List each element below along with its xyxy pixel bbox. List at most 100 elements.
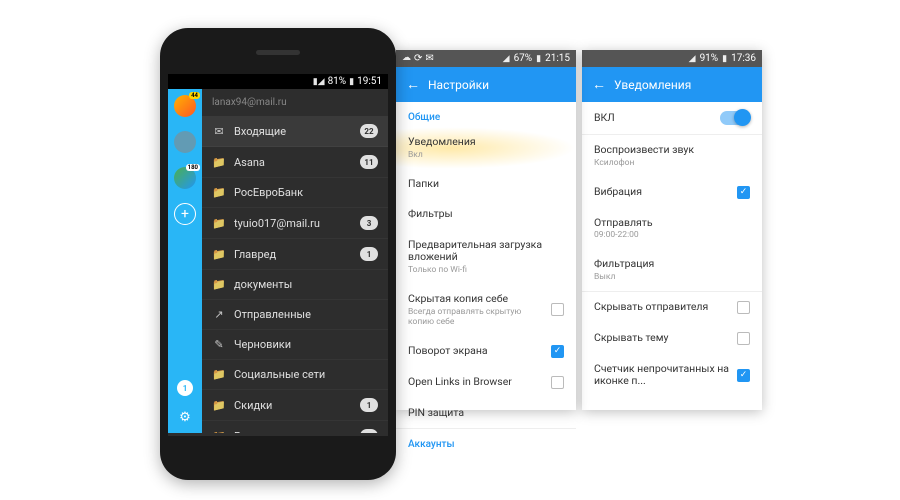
settings-row-send-window[interactable]: Отправлять 09:00-22:00 xyxy=(582,208,762,250)
settings-row-open-links[interactable]: Open Links in Browser xyxy=(396,367,576,398)
sync-icon: ⟳ xyxy=(414,53,422,64)
unread-badge: 1 xyxy=(360,398,378,412)
folder-icon: 📁 xyxy=(212,186,226,199)
signal-icon: ◢ xyxy=(689,54,696,64)
settings-row-rotation[interactable]: Поворот экрана ✓ xyxy=(396,336,576,367)
drawer-folder-item[interactable]: ✉ Входящие 22 xyxy=(202,116,388,147)
gear-icon[interactable]: ⚙ xyxy=(179,410,191,425)
checkbox[interactable]: ✓ xyxy=(737,186,750,199)
avatar[interactable]: 180 xyxy=(174,167,196,189)
settings-row-bcc[interactable]: Скрытая копия себе Всегда отправлять скр… xyxy=(396,284,576,336)
settings-row-notifications[interactable]: Уведомления Вкл xyxy=(396,127,576,169)
drawer-folder-item[interactable]: 📁документы xyxy=(202,270,388,300)
checkbox[interactable] xyxy=(551,303,564,316)
status-time: 17:36 xyxy=(731,53,756,64)
screen-title: Уведомления xyxy=(614,78,691,92)
settings-row-hide-sender[interactable]: Скрывать отправителя xyxy=(582,292,762,323)
folder-icon: ✉ xyxy=(212,125,226,138)
folder-label: Главред xyxy=(234,248,352,261)
folder-icon: 📁 xyxy=(212,248,226,261)
battery-icon: ▮ xyxy=(536,54,541,64)
folder-icon: 📁 xyxy=(212,156,226,169)
settings-row-hide-subject[interactable]: Скрывать тему xyxy=(582,323,762,354)
folder-icon: 📁 xyxy=(212,430,226,434)
screen-header: ← Уведомления xyxy=(582,67,762,102)
drawer-folder-item[interactable]: 📁 Скидки 1 xyxy=(202,390,388,421)
settings-row-preload[interactable]: Предварительная загрузка вложений Только… xyxy=(396,230,576,284)
phone-speaker xyxy=(256,50,300,55)
rail-badge-dot[interactable]: 1 xyxy=(177,380,193,396)
settings-row-vibration[interactable]: Вибрация ✓ xyxy=(582,177,762,208)
back-arrow-icon[interactable]: ← xyxy=(592,76,606,93)
checkbox[interactable]: ✓ xyxy=(737,369,750,382)
folder-icon: 📁 xyxy=(212,399,226,412)
unread-badge: 11 xyxy=(360,155,378,169)
folder-drawer: lanax94@mail.ru ✉Входящие22📁Asana11📁РосЕ… xyxy=(202,89,388,433)
battery-percent: 91% xyxy=(700,53,719,64)
avatar-badge: 44 xyxy=(189,92,200,99)
checkbox[interactable] xyxy=(737,332,750,345)
folder-icon: ✎ xyxy=(212,338,226,351)
signal-icon: ▮◢ xyxy=(313,77,325,87)
settings-row-unread-counter[interactable]: Счетчик непрочитанных на иконке п... ✓ xyxy=(582,354,762,397)
settings-row-filtering[interactable]: Фильтрация Выкл xyxy=(582,249,762,291)
settings-row-pin[interactable]: PIN защита xyxy=(396,398,576,429)
add-account-button[interactable]: + xyxy=(174,203,196,225)
mail-icon: ✉ xyxy=(425,53,433,64)
status-bar: ☁ ⟳ ✉ ◢ 67% ▮ 21:15 xyxy=(396,50,576,67)
avatar-badge: 180 xyxy=(186,164,200,171)
folder-icon: 📁 xyxy=(212,368,226,381)
settings-row-folders[interactable]: Папки xyxy=(396,169,576,200)
avatar[interactable] xyxy=(174,131,196,153)
folder-label: Asana xyxy=(234,156,352,169)
status-bar: ◢ 91% ▮ 17:36 xyxy=(582,50,762,67)
section-title-accounts: Аккаунты xyxy=(396,429,576,454)
notifications-screen: ◢ 91% ▮ 17:36 ← Уведомления ВКЛ Воспроиз… xyxy=(582,50,762,410)
account-email[interactable]: lanax94@mail.ru xyxy=(202,89,388,116)
battery-percent: 81% xyxy=(328,76,347,87)
folder-label: Черновики xyxy=(234,338,378,351)
signal-icon: ◢ xyxy=(503,54,510,64)
battery-icon: ▮ xyxy=(722,54,727,64)
checkbox[interactable] xyxy=(737,301,750,314)
folder-label: Рассылки xyxy=(234,430,352,434)
unread-badge: 1 xyxy=(360,247,378,261)
status-time: 19:51 xyxy=(357,76,382,87)
folder-label: Входящие xyxy=(234,125,352,138)
phone-screen: ▮◢ 81% ▮ 19:51 44 180 + 1 ⚙ xyxy=(168,74,388,436)
folder-icon: 📁 xyxy=(212,217,226,230)
status-time: 21:15 xyxy=(545,53,570,64)
cloud-icon: ☁ xyxy=(402,53,411,64)
folder-icon: ↗ xyxy=(212,308,226,321)
checkbox[interactable]: ✓ xyxy=(551,345,564,358)
account-rail: 44 180 + 1 ⚙ xyxy=(168,89,202,433)
unread-badge: 22 xyxy=(360,124,378,138)
checkbox[interactable] xyxy=(551,376,564,389)
settings-row-master-toggle[interactable]: ВКЛ xyxy=(582,102,762,134)
screen-title: Настройки xyxy=(428,78,489,92)
settings-row-filters[interactable]: Фильтры xyxy=(396,199,576,230)
status-bar: ▮◢ 81% ▮ 19:51 xyxy=(168,74,388,89)
unread-badge: 3 xyxy=(360,216,378,230)
drawer-folder-item[interactable]: 📁Рассылки1 xyxy=(202,421,388,433)
section-title-general: Общие xyxy=(396,102,576,127)
settings-row-sound[interactable]: Воспроизвести звук Ксилофон xyxy=(582,135,762,177)
folder-label: Социальные сети xyxy=(234,368,378,381)
drawer-folder-item[interactable]: 📁 Главред 1 xyxy=(202,239,388,270)
folder-label: документы xyxy=(234,278,378,291)
toggle-switch[interactable] xyxy=(720,111,750,125)
drawer-folder-item[interactable]: 📁 Социальные сети xyxy=(202,360,388,390)
folder-label: РосЕвроБанк xyxy=(234,186,378,199)
phone-device-frame: ▮◢ 81% ▮ 19:51 44 180 + 1 ⚙ xyxy=(160,28,396,480)
drawer-folder-item[interactable]: 📁 tyuio017@mail.ru 3 xyxy=(202,208,388,239)
avatar[interactable]: 44 xyxy=(174,95,196,117)
folder-label: Скидки xyxy=(234,399,352,412)
folder-label: Отправленные xyxy=(234,308,378,321)
drawer-folder-item[interactable]: ↗ Отправленные xyxy=(202,300,388,330)
back-arrow-icon[interactable]: ← xyxy=(406,76,420,93)
screen-header: ← Настройки xyxy=(396,67,576,102)
drawer-folder-item[interactable]: 📁 РосЕвроБанк xyxy=(202,178,388,208)
folder-label: tyuio017@mail.ru xyxy=(234,217,352,230)
drawer-folder-item[interactable]: 📁 Asana 11 xyxy=(202,147,388,178)
drawer-folder-item[interactable]: ✎ Черновики xyxy=(202,330,388,360)
